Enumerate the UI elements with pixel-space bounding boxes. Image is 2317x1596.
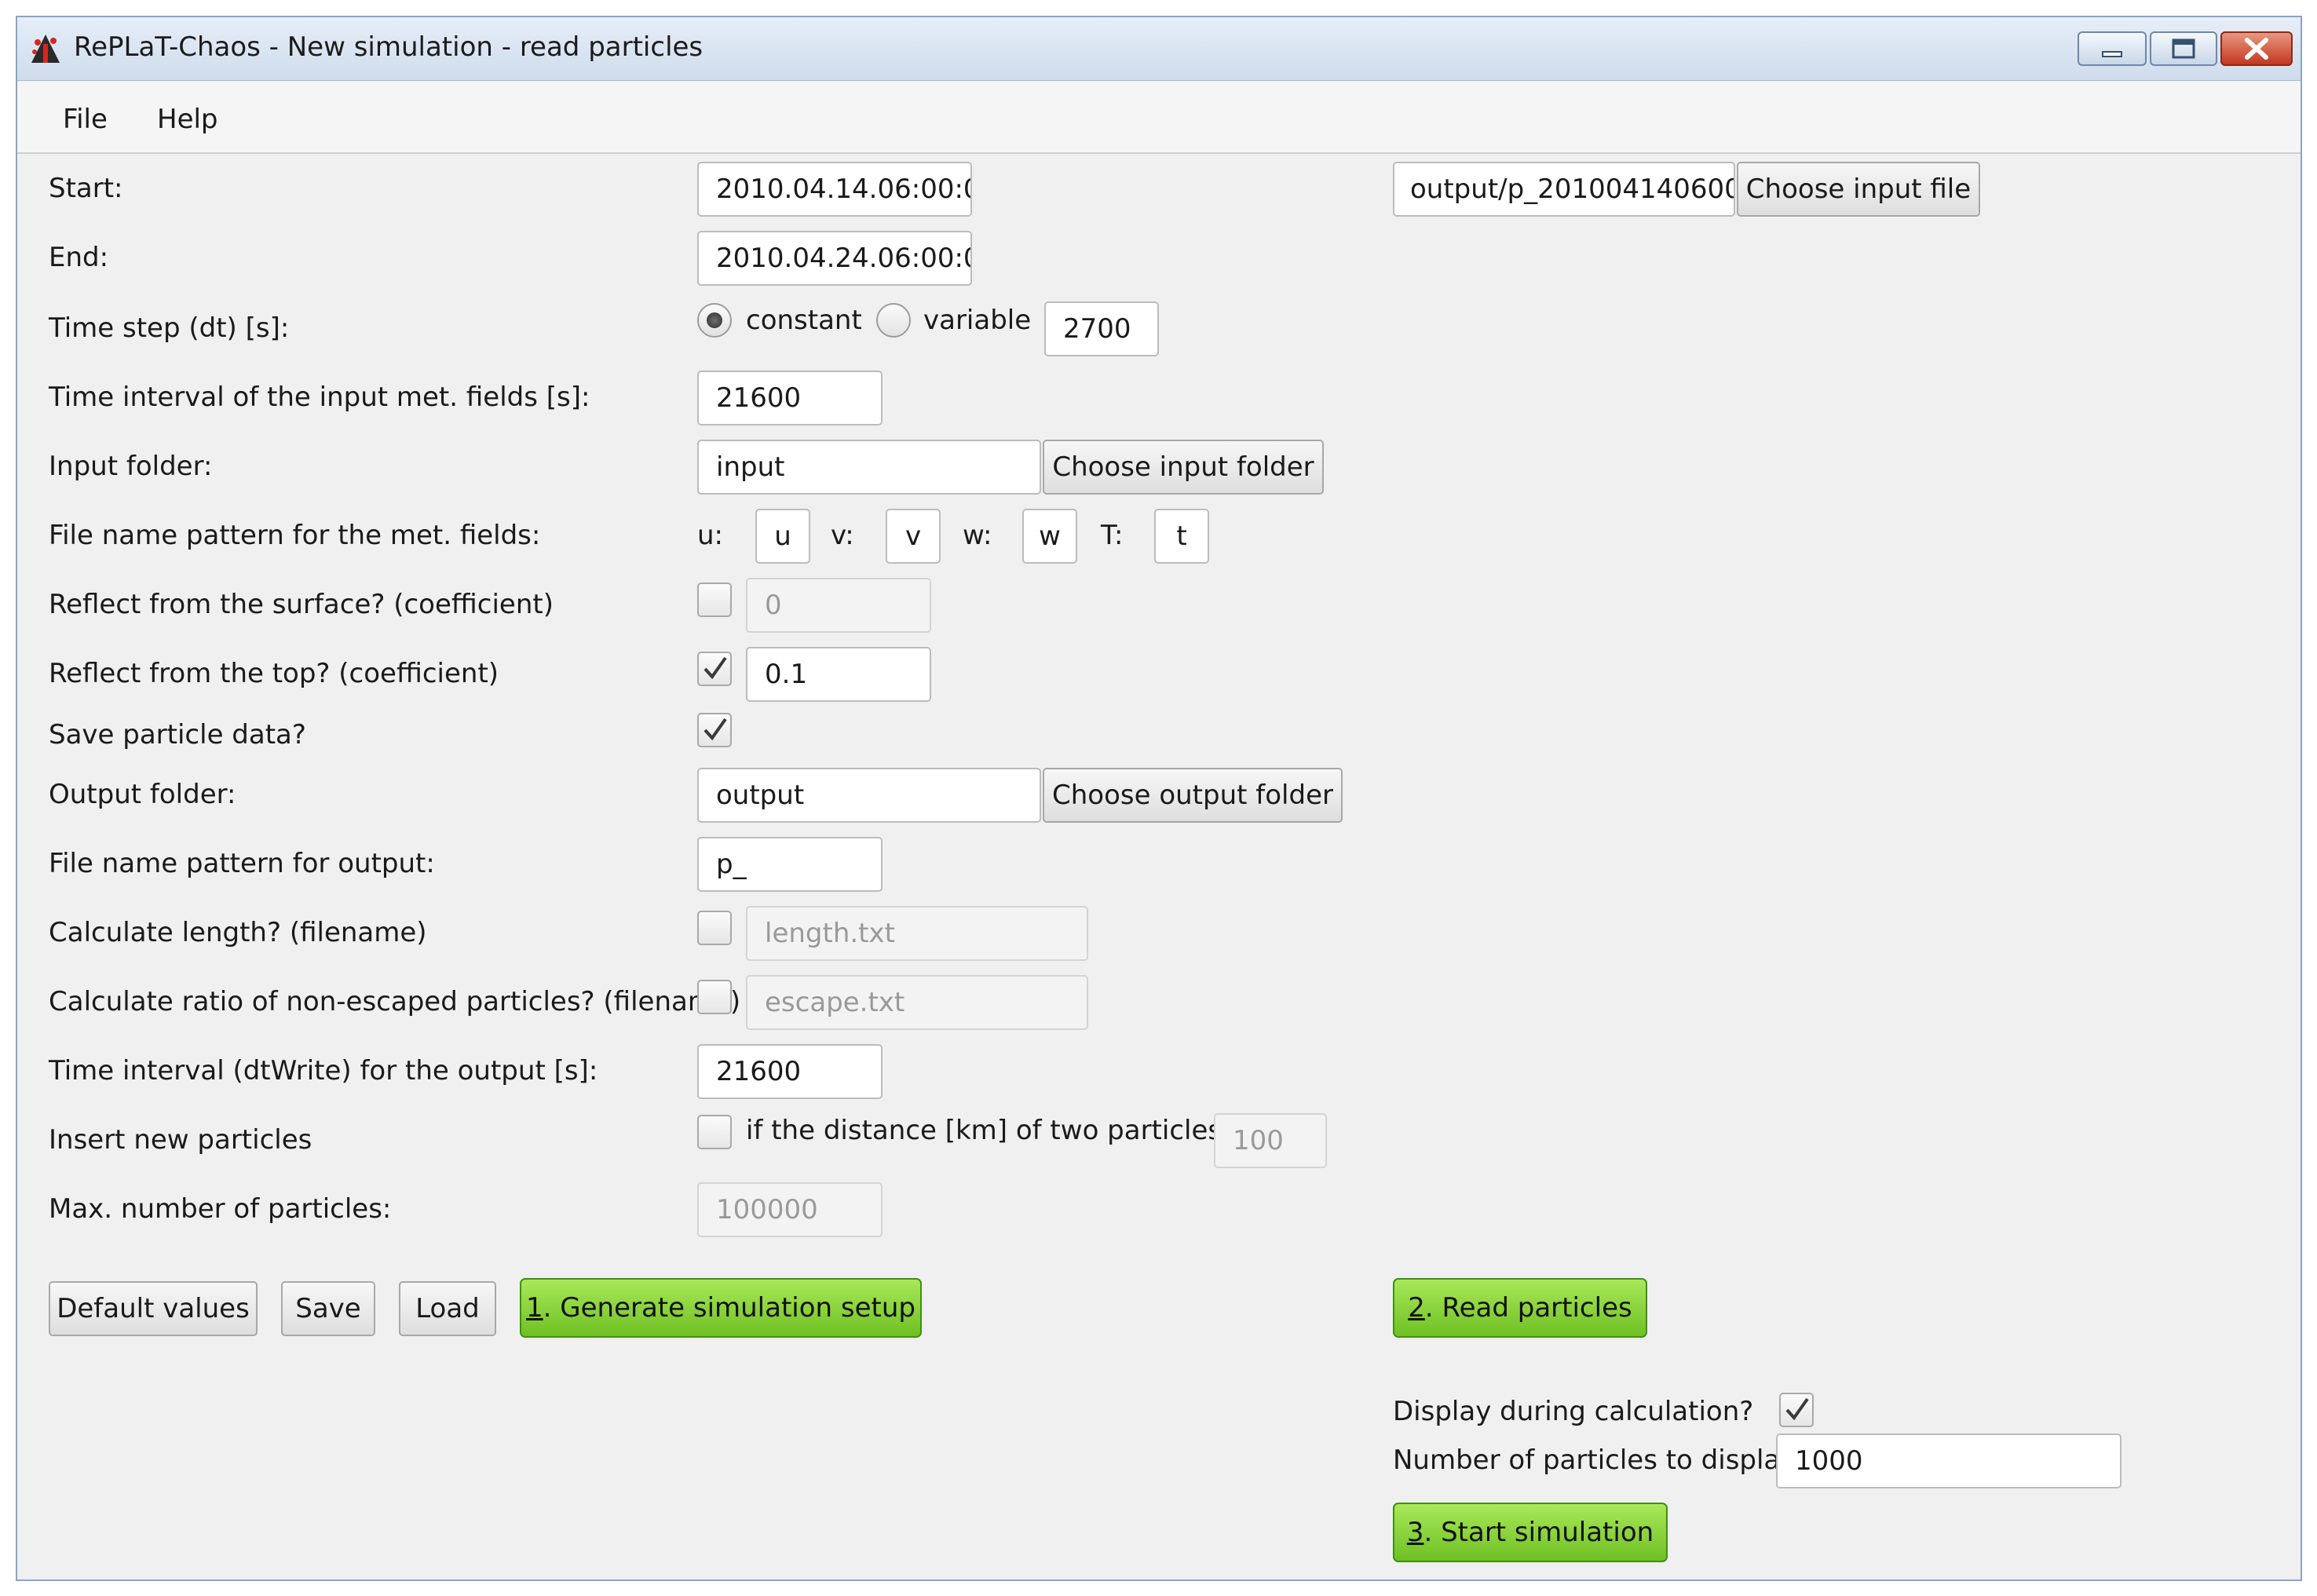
pattern-w-input[interactable]: w xyxy=(1022,509,1077,564)
output-folder-label: Output folder: xyxy=(49,779,236,810)
close-button[interactable] xyxy=(2220,31,2293,66)
insert-condition-label: if the distance [km] of two particles > xyxy=(746,1115,1253,1146)
display-checkbox[interactable] xyxy=(1779,1393,1814,1427)
timestep-label: Time step (dt) [s]: xyxy=(49,312,290,344)
menu-file[interactable]: File xyxy=(63,104,108,135)
read-particles-label: . Read particles xyxy=(1424,1292,1632,1324)
input-folder-label: Input folder: xyxy=(49,451,213,482)
choose-input-folder-button[interactable]: Choose input folder xyxy=(1043,440,1324,495)
close-icon xyxy=(2245,38,2268,60)
calc-ratio-input[interactable]: escape.txt xyxy=(746,975,1088,1030)
maximize-icon xyxy=(2172,38,2195,59)
input-file-input[interactable]: output/p_201004140600( xyxy=(1393,162,1735,217)
checkmark-icon xyxy=(704,718,727,741)
pattern-v-label: v: xyxy=(831,520,854,551)
reflect-surface-checkbox[interactable] xyxy=(697,583,732,617)
menu-help[interactable]: Help xyxy=(157,104,218,135)
start-simulation-label: . Start simulation xyxy=(1423,1517,1654,1548)
max-particles-input[interactable]: 100000 xyxy=(697,1182,883,1237)
pattern-t-input[interactable]: t xyxy=(1154,509,1209,564)
minimize-button[interactable] xyxy=(2078,31,2147,66)
app-window: RePLaT-Chaos - New simulation - read par… xyxy=(16,16,2302,1581)
calc-length-checkbox[interactable] xyxy=(697,911,732,945)
num-display-input[interactable]: 1000 xyxy=(1776,1433,2121,1488)
pattern-label: File name pattern for the met. fields: xyxy=(49,520,541,551)
calc-ratio-checkbox[interactable] xyxy=(697,980,732,1014)
title-bar: RePLaT-Chaos - New simulation - read par… xyxy=(17,17,2301,81)
checkmark-icon xyxy=(704,656,727,680)
reflect-surface-input[interactable]: 0 xyxy=(746,578,931,633)
pattern-u-label: u: xyxy=(697,520,724,551)
start-label: Start: xyxy=(49,173,123,204)
choose-input-file-button[interactable]: Choose input file xyxy=(1737,162,1980,217)
app-logo-icon xyxy=(31,35,60,63)
timestep-variable-radio[interactable] xyxy=(876,303,911,338)
insert-checkbox[interactable] xyxy=(697,1115,732,1149)
dtwrite-label: Time interval (dtWrite) for the output [… xyxy=(49,1055,598,1087)
choose-output-folder-button[interactable]: Choose output folder xyxy=(1043,768,1343,823)
pattern-t-label: T: xyxy=(1101,520,1124,551)
start-simulation-button[interactable]: 3. Start simulation xyxy=(1393,1503,1668,1562)
met-interval-input[interactable]: 21600 xyxy=(697,371,883,425)
read-particles-mnemonic: 2 xyxy=(1408,1292,1425,1324)
insert-label: Insert new particles xyxy=(49,1124,312,1156)
display-label: Display during calculation? xyxy=(1393,1396,1754,1427)
num-display-label: Number of particles to display: xyxy=(1393,1444,1804,1476)
maximize-button[interactable] xyxy=(2150,31,2217,66)
pattern-u-input[interactable]: u xyxy=(755,509,810,564)
save-button[interactable]: Save xyxy=(281,1281,375,1336)
timestep-input[interactable]: 2700 xyxy=(1044,301,1159,356)
calc-length-input[interactable]: length.txt xyxy=(746,906,1088,961)
met-interval-label: Time interval of the input met. fields [… xyxy=(49,382,590,413)
generate-setup-button[interactable]: 1. Generate simulation setup xyxy=(520,1278,922,1338)
calc-length-label: Calculate length? (filename) xyxy=(49,917,427,948)
generate-setup-mnemonic: 1 xyxy=(526,1292,543,1324)
start-input[interactable]: 2010.04.14.06:00:00 xyxy=(697,162,972,217)
input-folder-input[interactable]: input xyxy=(697,440,1041,495)
timestep-constant-radio[interactable] xyxy=(697,303,732,338)
end-input[interactable]: 2010.04.24.06:00:00 xyxy=(697,231,972,286)
reflect-top-checkbox[interactable] xyxy=(697,652,732,686)
insert-distance-input[interactable]: 100 xyxy=(1214,1113,1327,1168)
save-particle-label: Save particle data? xyxy=(49,719,306,751)
timestep-variable-label: variable xyxy=(923,305,1032,336)
output-folder-input[interactable]: output xyxy=(697,768,1041,823)
minimize-icon xyxy=(2102,51,2122,57)
read-particles-button[interactable]: 2. Read particles xyxy=(1393,1278,1647,1338)
start-simulation-mnemonic: 3 xyxy=(1406,1517,1424,1548)
reflect-surface-label: Reflect from the surface? (coefficient) xyxy=(49,589,554,620)
reflect-top-input[interactable]: 0.1 xyxy=(746,647,931,702)
end-label: End: xyxy=(49,242,109,273)
window-title: RePLaT-Chaos - New simulation - read par… xyxy=(74,31,704,63)
pattern-v-input[interactable]: v xyxy=(886,509,941,564)
checkmark-icon xyxy=(1785,1397,1809,1421)
output-pattern-input[interactable]: p_ xyxy=(697,837,883,892)
default-values-button[interactable]: Default values xyxy=(49,1281,258,1336)
timestep-constant-label: constant xyxy=(746,305,862,336)
save-particle-checkbox[interactable] xyxy=(697,713,732,747)
generate-setup-label: . Generate simulation setup xyxy=(543,1292,915,1324)
calc-ratio-label: Calculate ratio of non-escaped particles… xyxy=(49,986,741,1017)
output-pattern-label: File name pattern for output: xyxy=(49,848,435,879)
max-particles-label: Max. number of particles: xyxy=(49,1193,392,1225)
menu-bar: File Help xyxy=(17,82,2301,154)
dtwrite-input[interactable]: 21600 xyxy=(697,1044,883,1099)
pattern-w-label: w: xyxy=(963,520,992,551)
load-button[interactable]: Load xyxy=(399,1281,496,1336)
reflect-top-label: Reflect from the top? (coefficient) xyxy=(49,658,499,689)
